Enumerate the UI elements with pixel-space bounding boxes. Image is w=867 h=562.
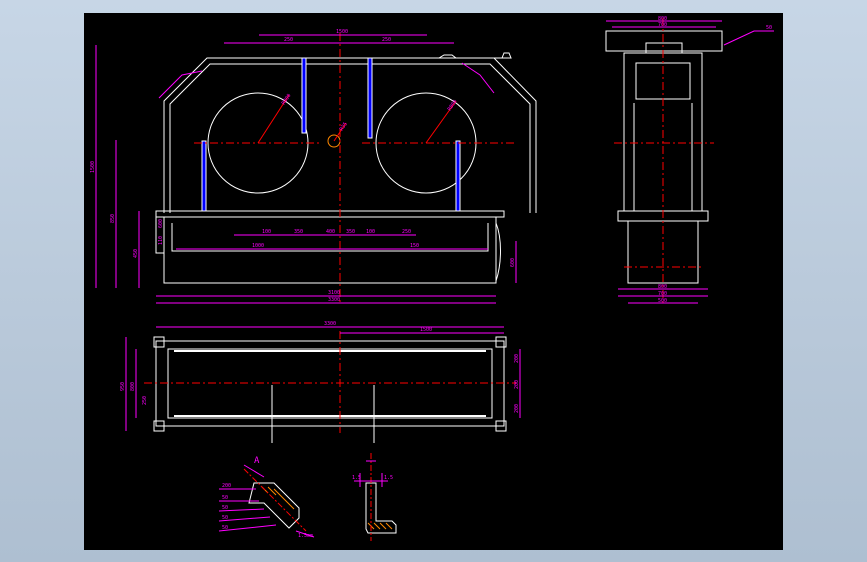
detail-a-label-5: 50 [222, 525, 228, 531]
center-shaft-label: R35 [339, 121, 349, 132]
detail-b-label-2: 1.5 [384, 475, 393, 481]
detail-a-label-2: 50 [222, 495, 228, 501]
front-view-housing-outline [163, 52, 537, 213]
side-view-top-cap [605, 30, 723, 52]
front-view-right-bump [495, 222, 501, 282]
right-guide-strip-low [455, 140, 461, 212]
side-view-right-leader [723, 30, 774, 46]
right-guide-strip-top [367, 57, 373, 139]
front-mid-dim-1: 100 [262, 229, 271, 235]
front-right-leader [461, 62, 495, 94]
front-top-dim-3: 250 [382, 37, 391, 43]
cad-drawing-viewport[interactable]: 250 1500 250 100 350 400 350 100 250 100… [84, 13, 783, 550]
detail-a-label-1: 200 [222, 483, 231, 489]
front-view-tank [163, 217, 497, 284]
side-bottom-dim-1: 800 [658, 284, 667, 290]
front-mid-dim-4: 350 [346, 229, 355, 235]
front-mid-dim-5: 100 [366, 229, 375, 235]
front-mid-dim-3: 400 [326, 229, 335, 235]
side-right-dim-1: 50 [766, 25, 772, 31]
detail-a-text: A 1.5mm 200 50 50 50 50 [222, 456, 313, 539]
front-view [95, 33, 537, 304]
detail-b [354, 453, 397, 541]
detail-a-label-4: 50 [222, 515, 228, 521]
plan-top-dim-1: 3300 [324, 321, 336, 327]
front-bottom-dim-1: 3100 [328, 290, 340, 296]
front-left-dim-5: 110 [158, 236, 164, 245]
center-shaft-circle [327, 134, 341, 148]
front-top-dim-2: 1500 [336, 29, 348, 35]
right-drum-label: R800 [447, 99, 459, 112]
detail-a-label-3: 50 [222, 505, 228, 511]
side-bottom-dim-3: 500 [658, 298, 667, 304]
side-view [605, 18, 774, 304]
side-top-dim-2: 700 [658, 22, 667, 28]
plan-view-dimension-text: 3300 1500 950 800 250 200 200 200 [120, 321, 520, 413]
left-guide-strip-low [201, 140, 207, 212]
left-guide-strip-top [301, 57, 307, 134]
plan-right-dim-1: 200 [514, 354, 520, 363]
front-bottom-dim-2: 3300 [328, 297, 340, 303]
plan-left-dim-2: 800 [130, 382, 136, 391]
side-view-dimension-text: 800 700 50 800 700 500 [658, 16, 772, 304]
detail-a-title: A [254, 456, 260, 466]
detail-a-leaders [218, 464, 315, 538]
plan-right-dim-3: 200 [514, 404, 520, 413]
detail-a-centerline [243, 468, 307, 532]
plan-left-dim-1: 950 [120, 382, 126, 391]
front-lower-dim-2: 150 [410, 243, 419, 249]
front-left-dim-1: 1500 [90, 161, 96, 173]
front-top-dim-1: 250 [284, 37, 293, 43]
front-left-dim-2: 850 [110, 214, 116, 223]
detail-a-part-outline [248, 482, 300, 529]
front-mid-dim-2: 350 [294, 229, 303, 235]
front-right-dim-1: 600 [510, 258, 516, 267]
detail-a-note: 1.5mm [298, 533, 313, 539]
detail-b-hatch [367, 522, 393, 530]
plan-top-dim-2: 1500 [420, 327, 432, 333]
front-view-tank-inner [171, 223, 489, 252]
front-view-base-band [155, 210, 505, 218]
plan-left-dim-3: 250 [142, 396, 148, 405]
cad-drawing-canvas: 250 1500 250 100 350 400 350 100 250 100… [90, 16, 774, 541]
side-bottom-dim-2: 700 [658, 291, 667, 297]
plan-view [125, 326, 521, 443]
plan-right-dim-2: 200 [514, 380, 520, 389]
left-drum-label: R800 [281, 93, 293, 106]
detail-b-label-1: 1.5 [352, 475, 361, 481]
front-lower-dim-1: 1000 [252, 243, 264, 249]
detail-a [218, 464, 315, 538]
front-left-dim-3: 450 [133, 249, 139, 258]
front-left-dim-4: 600 [158, 219, 164, 228]
detail-b-text: 1.5 1.5 [352, 475, 393, 481]
front-mid-dim-6: 250 [402, 229, 411, 235]
